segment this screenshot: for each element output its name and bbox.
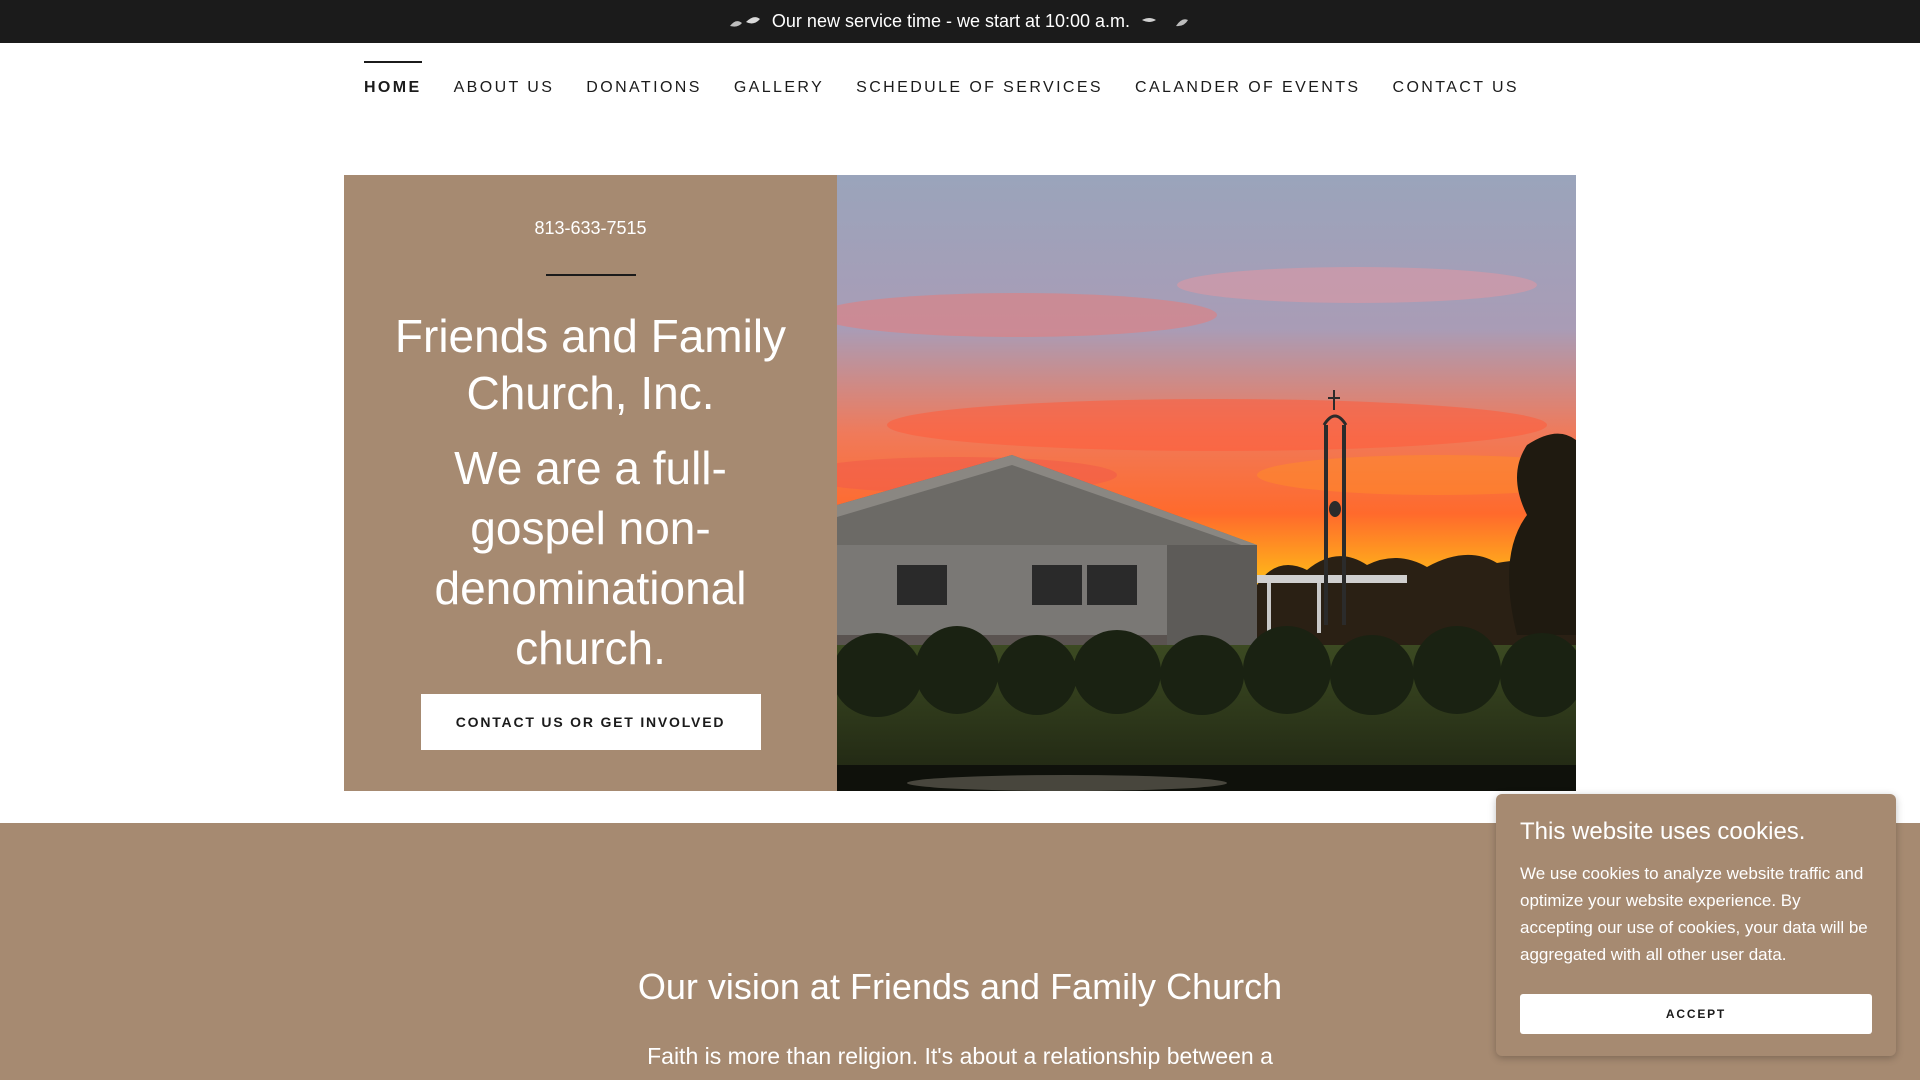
nav-items: HOME ABOUT US DONATIONS GALLERY SCHEDULE… [364, 61, 1519, 111]
church-sunset-image [837, 175, 1576, 791]
nav-item-about-us[interactable]: ABOUT US [454, 61, 555, 111]
announcement-text: Our new service time - we start at 10:00… [771, 11, 1131, 31]
main-nav: HOME ABOUT US DONATIONS GALLERY SCHEDULE… [0, 43, 1920, 129]
cookie-title: This website uses cookies. [1520, 818, 1806, 845]
dove-pair-icon [1140, 14, 1192, 30]
hero-divider [545, 274, 636, 276]
phone-number[interactable]: 813-633-7515 [534, 218, 646, 239]
nav-item-gallery[interactable]: GALLERY [734, 61, 824, 111]
nav-item-home[interactable]: HOME [364, 61, 422, 111]
nav-item-contact-us[interactable]: CONTACT US [1392, 61, 1519, 111]
announcement-bar: Our new service time - we start at 10:00… [0, 0, 1920, 43]
hero-info-panel: 813-633-7515 Friends and Family Church, … [344, 175, 837, 791]
nav-item-donations[interactable]: DONATIONS [586, 61, 702, 111]
cookie-body: We use cookies to analyze website traffi… [1520, 864, 1868, 964]
dove-pair-icon [728, 14, 762, 30]
church-name-heading: Friends and Family Church, Inc. [394, 310, 787, 419]
hero-tagline: We are a full-gospel non-denominational … [434, 442, 747, 674]
nav-item-schedule-of-services[interactable]: SCHEDULE OF SERVICES [856, 61, 1103, 111]
nav-item-calander-of-events[interactable]: CALANDER OF EVENTS [1135, 61, 1360, 111]
accept-cookies-button[interactable]: ACCEPT [1520, 994, 1872, 1034]
contact-us-button[interactable]: CONTACT US OR GET INVOLVED [420, 694, 761, 750]
hero-section: 813-633-7515 Friends and Family Church, … [344, 175, 1576, 791]
cookie-banner: This website uses cookies. We use cookie… [1496, 794, 1896, 1056]
